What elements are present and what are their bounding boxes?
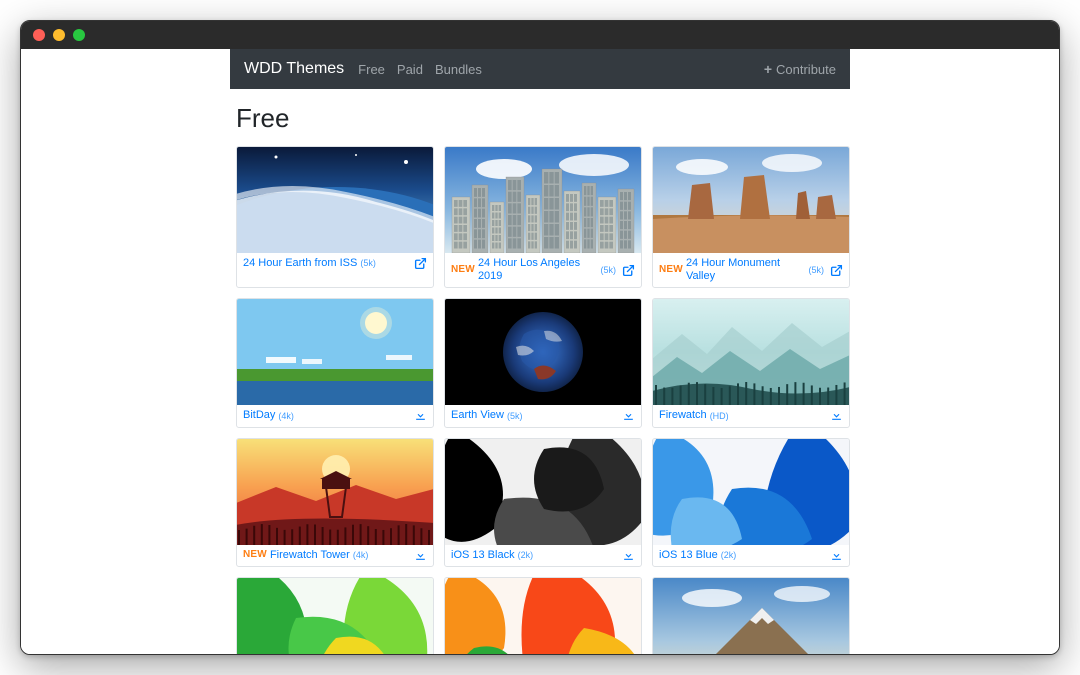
theme-card: 24 Hour Earth from ISS (5k) (236, 146, 434, 288)
theme-meta: Firewatch (HD) (653, 405, 849, 426)
theme-card (652, 577, 850, 654)
theme-meta: BitDay (4k) (237, 405, 433, 426)
theme-title[interactable]: 24 Hour Los Angeles 2019 (478, 257, 598, 283)
theme-thumbnail[interactable] (445, 578, 641, 654)
theme-resolution: (5k) (601, 265, 617, 276)
download-icon[interactable] (622, 409, 635, 422)
theme-card (236, 577, 434, 654)
theme-title[interactable]: Firewatch (659, 409, 707, 422)
theme-meta: NEW 24 Hour Los Angeles 2019 (5k) (445, 253, 641, 287)
viewport: WDD Themes Free Paid Bundles + Contribut… (21, 49, 1059, 654)
external-link-icon[interactable] (622, 264, 635, 277)
external-link-icon[interactable] (830, 264, 843, 277)
theme-resolution: (5k) (360, 258, 376, 269)
theme-title[interactable]: 24 Hour Earth from ISS (243, 257, 357, 270)
theme-meta: iOS 13 Black (2k) (445, 545, 641, 566)
theme-resolution: (2k) (518, 550, 534, 561)
theme-thumbnail[interactable] (237, 439, 433, 545)
app-window: WDD Themes Free Paid Bundles + Contribut… (20, 20, 1060, 655)
contribute-link[interactable]: + Contribute (764, 62, 836, 77)
theme-thumbnail[interactable] (445, 299, 641, 405)
theme-card: NEW 24 Hour Monument Valley (5k) (652, 146, 850, 288)
theme-card (444, 577, 642, 654)
theme-resolution: (4k) (353, 550, 369, 561)
theme-title[interactable]: BitDay (243, 409, 275, 422)
new-badge: NEW (243, 549, 267, 561)
page-title: Free (236, 103, 844, 134)
theme-grid: 24 Hour Earth from ISS (5k) NEW 24 Hour … (230, 146, 850, 654)
external-link-icon[interactable] (414, 257, 427, 270)
theme-thumbnail[interactable] (237, 147, 433, 253)
theme-resolution: (HD) (710, 411, 729, 422)
download-icon[interactable] (622, 549, 635, 562)
theme-resolution: (2k) (721, 550, 737, 561)
theme-meta: NEW Firewatch Tower (4k) (237, 545, 433, 566)
download-icon[interactable] (830, 549, 843, 562)
theme-meta: 24 Hour Earth from ISS (5k) (237, 253, 433, 274)
theme-card: Earth View (5k) (444, 298, 642, 427)
theme-card: Firewatch (HD) (652, 298, 850, 427)
theme-title[interactable]: iOS 13 Black (451, 549, 515, 562)
close-window-icon[interactable] (33, 29, 45, 41)
nav-link-paid[interactable]: Paid (397, 62, 423, 77)
theme-title[interactable]: Earth View (451, 409, 504, 422)
theme-meta: iOS 13 Blue (2k) (653, 545, 849, 566)
new-badge: NEW (451, 264, 475, 276)
theme-thumbnail[interactable] (445, 147, 641, 253)
theme-title[interactable]: 24 Hour Monument Valley (686, 257, 806, 283)
plus-icon: + (764, 62, 772, 76)
navbar: WDD Themes Free Paid Bundles + Contribut… (230, 49, 850, 89)
theme-thumbnail[interactable] (653, 439, 849, 545)
theme-meta: Earth View (5k) (445, 405, 641, 426)
maximize-window-icon[interactable] (73, 29, 85, 41)
theme-card: iOS 13 Black (2k) (444, 438, 642, 567)
theme-resolution: (5k) (809, 265, 825, 276)
theme-card: iOS 13 Blue (2k) (652, 438, 850, 567)
minimize-window-icon[interactable] (53, 29, 65, 41)
theme-card: NEW Firewatch Tower (4k) (236, 438, 434, 567)
nav-link-bundles[interactable]: Bundles (435, 62, 482, 77)
titlebar (21, 21, 1059, 49)
download-icon[interactable] (830, 409, 843, 422)
theme-meta: NEW 24 Hour Monument Valley (5k) (653, 253, 849, 287)
contribute-label: Contribute (776, 62, 836, 77)
theme-thumbnail[interactable] (653, 578, 849, 654)
theme-card: NEW 24 Hour Los Angeles 2019 (5k) (444, 146, 642, 288)
theme-card: BitDay (4k) (236, 298, 434, 427)
theme-resolution: (4k) (278, 411, 294, 422)
theme-thumbnail[interactable] (653, 299, 849, 405)
download-icon[interactable] (414, 549, 427, 562)
theme-thumbnail[interactable] (445, 439, 641, 545)
nav-link-free[interactable]: Free (358, 62, 385, 77)
download-icon[interactable] (414, 409, 427, 422)
theme-title[interactable]: Firewatch Tower (270, 549, 350, 562)
theme-resolution: (5k) (507, 411, 523, 422)
theme-title[interactable]: iOS 13 Blue (659, 549, 718, 562)
theme-thumbnail[interactable] (237, 299, 433, 405)
new-badge: NEW (659, 264, 683, 276)
brand[interactable]: WDD Themes (244, 60, 344, 78)
theme-thumbnail[interactable] (237, 578, 433, 654)
theme-thumbnail[interactable] (653, 147, 849, 253)
